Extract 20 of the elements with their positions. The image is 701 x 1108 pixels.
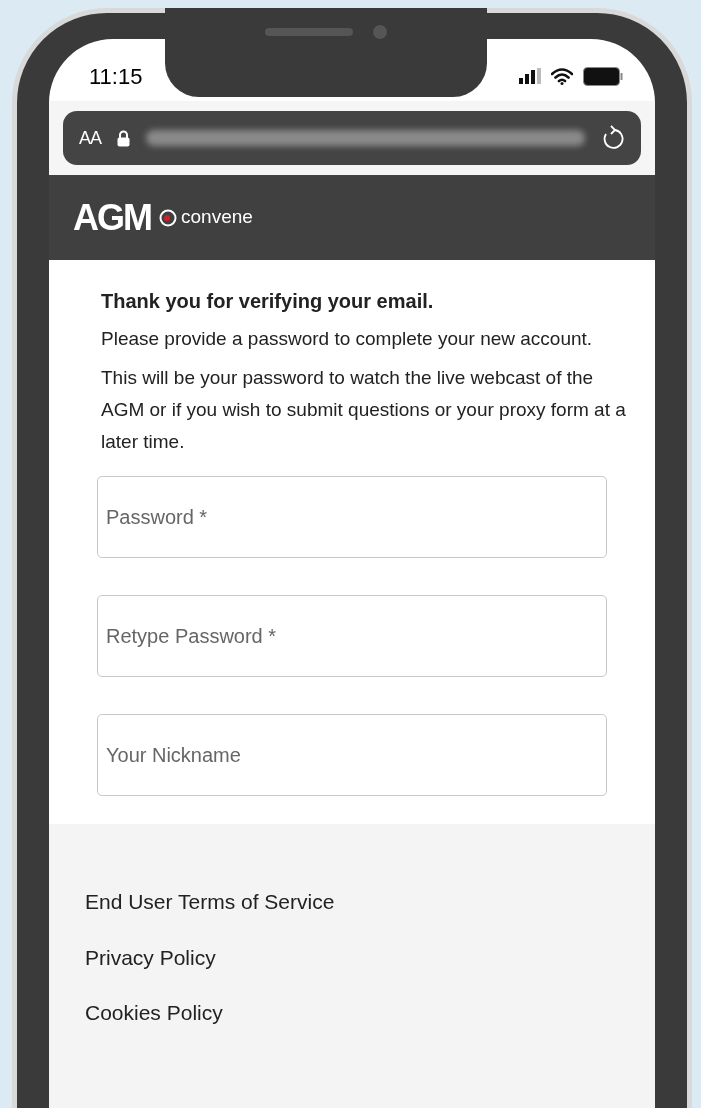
reload-icon[interactable]	[601, 125, 625, 151]
lock-icon	[117, 129, 130, 147]
text-field[interactable]: Your Nickname	[97, 714, 607, 796]
text-size-button[interactable]: AA	[79, 124, 101, 152]
body-paragraph: This will be your password to watch the live webcast of the AGM or if you wish to submit questions or your proxy form at a later time.	[101, 366, 627, 454]
status-time: 11:15	[89, 62, 143, 91]
wifi-icon	[551, 67, 573, 85]
page-heading: Thank you for verifying your email.	[101, 289, 435, 314]
text-field[interactable]: Retype Password *	[97, 595, 607, 677]
brand-name: convene	[181, 205, 253, 230]
footer-link[interactable]: Privacy Policy	[85, 941, 216, 973]
brand-mark-icon	[159, 208, 177, 227]
footer-link[interactable]: End User Terms of Service	[85, 886, 335, 918]
body-paragraph: Please provide a password to complete your new account.	[101, 327, 594, 351]
battery-icon	[583, 66, 623, 86]
logo[interactable]: AGM	[73, 190, 151, 245]
signal-icon	[519, 68, 541, 84]
footer-link[interactable]: Cookies Policy	[85, 997, 223, 1029]
address-bar[interactable]: AA	[63, 111, 641, 165]
text-field[interactable]: Password *	[97, 476, 607, 558]
